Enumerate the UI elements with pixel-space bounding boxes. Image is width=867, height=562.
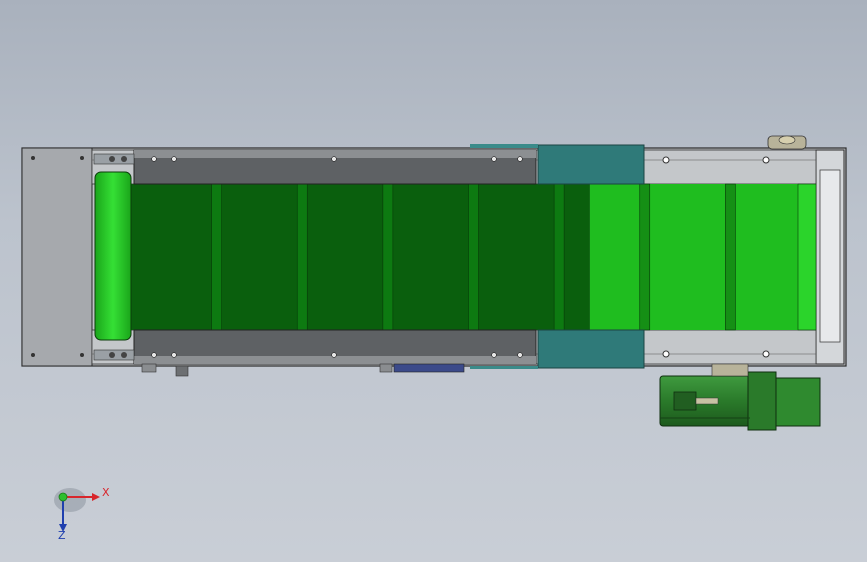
- hole-icon: [762, 350, 770, 358]
- belt[interactable]: [131, 183, 817, 331]
- sensor-block: [393, 363, 465, 373]
- bolt-icon: [171, 156, 177, 162]
- belt-seam: [211, 183, 222, 331]
- bolt-icon: [80, 353, 84, 357]
- triad-z-label: Z: [58, 529, 66, 542]
- bolt-icon: [151, 352, 157, 358]
- bolt-icon: [491, 352, 497, 358]
- bolt-icon: [171, 352, 177, 358]
- support-foot: [175, 365, 189, 377]
- bolt-icon: [331, 156, 337, 162]
- conveyor-model[interactable]: [21, 135, 847, 431]
- bolt-icon: [151, 156, 157, 162]
- hole-icon: [662, 156, 670, 164]
- y-axis-marker: [58, 492, 68, 502]
- bolt-icon: [517, 156, 523, 162]
- belt-dark-zone: [131, 184, 590, 330]
- belt-seam: [296, 183, 308, 331]
- left-end-plate: [21, 147, 93, 367]
- support-foot: [379, 363, 393, 373]
- bottom-teal-bracket: [537, 329, 645, 369]
- bolt-icon: [517, 352, 523, 358]
- tension-screw-bottom: [93, 349, 135, 361]
- cad-viewport[interactable]: X Z: [0, 0, 867, 562]
- right-rail: [819, 169, 841, 343]
- triad-x-label: X: [102, 486, 110, 499]
- bolt-icon: [80, 156, 84, 160]
- coordinate-triad: [54, 488, 100, 532]
- gear-motor[interactable]: [659, 363, 821, 431]
- right-roller: [797, 183, 817, 331]
- belt-seam: [382, 183, 394, 331]
- left-roller: [94, 171, 132, 341]
- belt-light-zone: [589, 184, 816, 330]
- hole-icon: [662, 350, 670, 358]
- belt-seam: [468, 183, 479, 331]
- hole-icon: [762, 156, 770, 164]
- bolt-icon: [491, 156, 497, 162]
- bolt-icon: [331, 352, 337, 358]
- bolt-icon: [31, 156, 35, 160]
- top-teal-bracket: [537, 144, 645, 185]
- bolt-icon: [31, 353, 35, 357]
- belt-seam: [553, 183, 565, 331]
- support-foot: [141, 363, 157, 373]
- belt-seam: [639, 183, 651, 331]
- tension-screw-top: [93, 153, 135, 165]
- model-canvas[interactable]: [0, 0, 867, 562]
- belt-seam: [725, 183, 736, 331]
